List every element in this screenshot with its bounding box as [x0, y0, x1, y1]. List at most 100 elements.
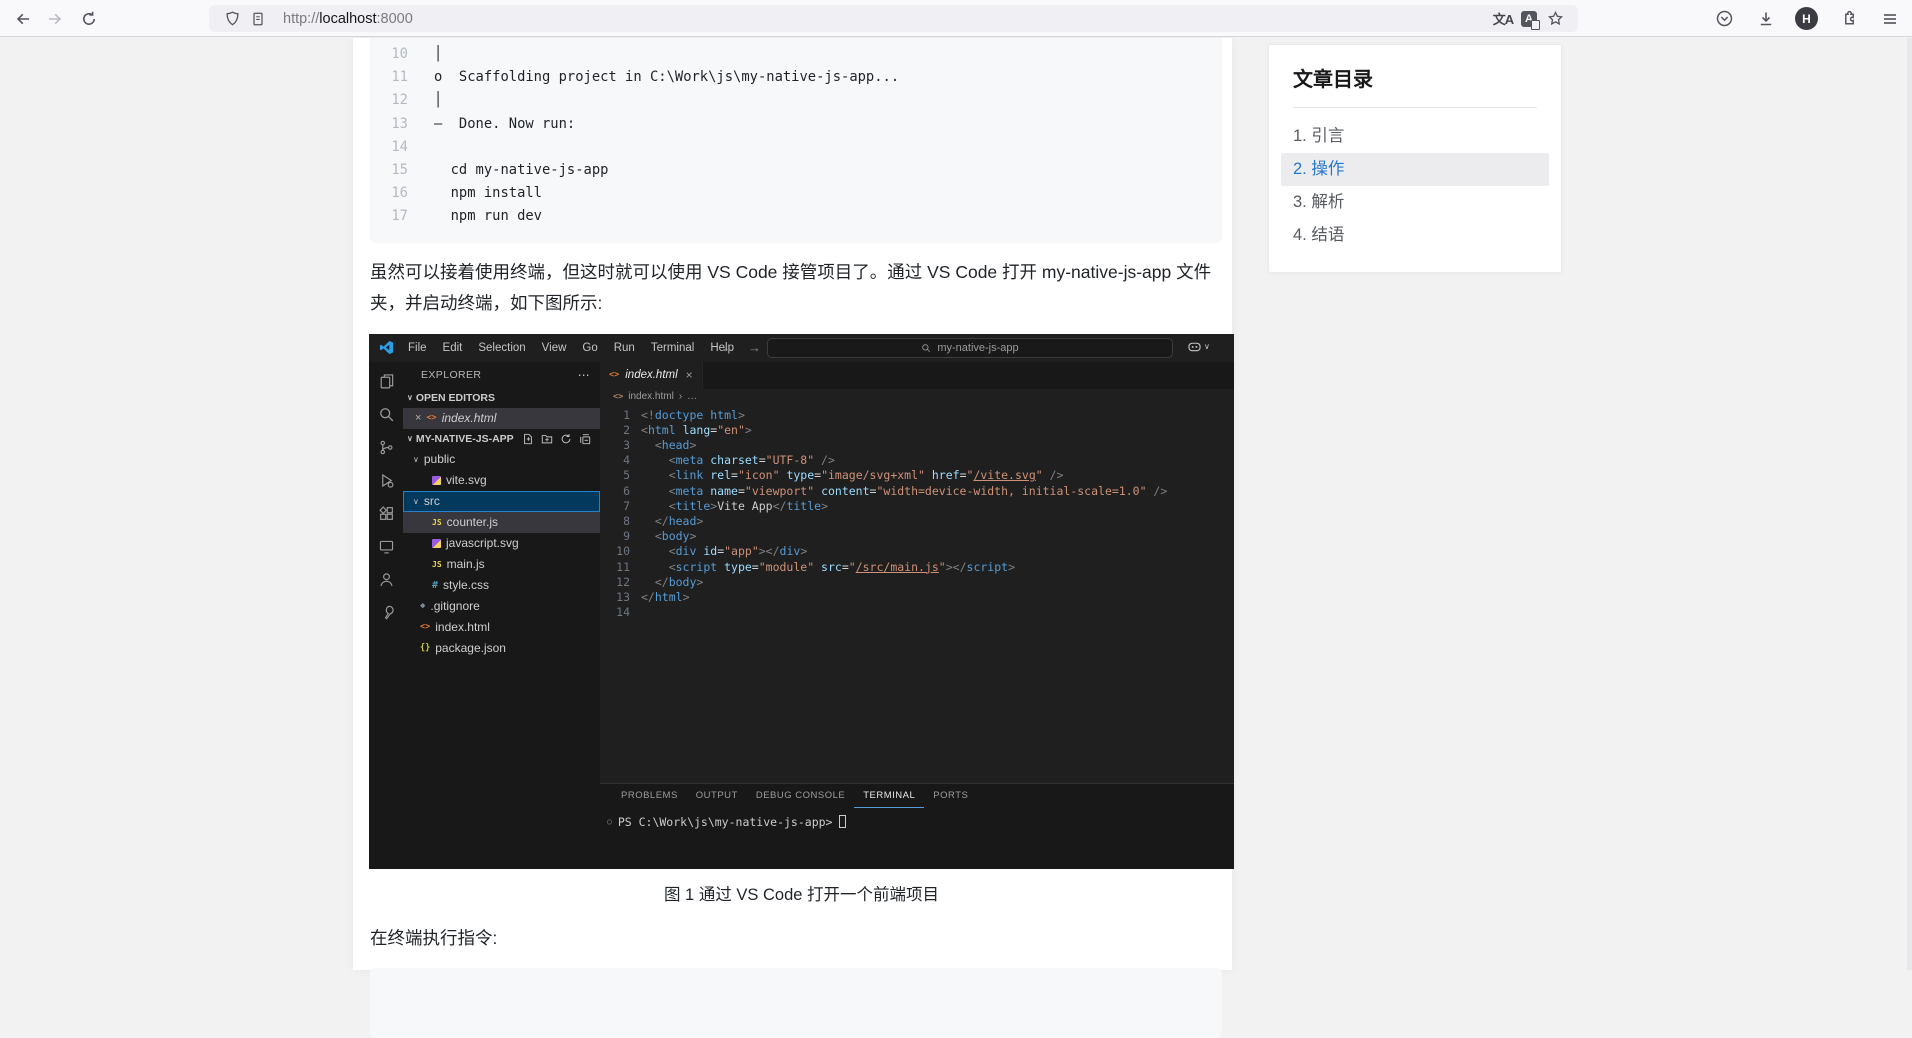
back-button[interactable] [10, 6, 35, 31]
js-file-icon: JS [432, 560, 442, 569]
puzzle-icon [1840, 9, 1859, 28]
toc-item-3[interactable]: 3. 解析 [1281, 186, 1549, 219]
article-content: 10│11o Scaffolding project in C:\Work\js… [353, 38, 1232, 970]
editor-line-number: 6 [600, 484, 630, 499]
vscode-panel-tabs: PROBLEMSOUTPUTDEBUG CONSOLETERMINALPORTS [600, 784, 1234, 808]
editor-line-number: 2 [600, 423, 630, 438]
editor-line: 7 <title>Vite App</title> [600, 499, 1234, 514]
forward-icon [46, 10, 64, 28]
chevron-down-icon: ∨ [407, 434, 413, 443]
editor-code: </html> [630, 590, 690, 605]
toc-item-4[interactable]: 4. 结语 [1281, 219, 1549, 252]
shield-icon[interactable] [219, 7, 245, 31]
vscode-panel: PROBLEMSOUTPUTDEBUG CONSOLETERMINALPORTS… [600, 783, 1234, 869]
open-editor-item: × <> index.html [403, 408, 600, 429]
code-line: 15 cd my-native-js-app [370, 159, 1222, 182]
json-file-icon: {} [420, 643, 430, 653]
tree-item-label: main.js [447, 557, 485, 571]
translate-page-icon[interactable]: A [1516, 7, 1542, 31]
tree-item-label: vite.svg [446, 473, 487, 487]
editor-line-number: 1 [600, 408, 630, 423]
close-icon: × [686, 368, 693, 382]
image-file-icon [432, 476, 441, 485]
tree-file-main-js: JS main.js [403, 554, 600, 575]
css-file-icon: # [432, 580, 438, 591]
paragraph-2: 在终端执行指令: [370, 923, 1215, 954]
vscode-sidebar: EXPLORER ⋯ ∨ OPEN EDITORS × <> index.htm… [403, 362, 600, 869]
editor-line: 3 <head> [600, 438, 1234, 453]
menu-view: View [534, 342, 575, 354]
menu-button[interactable] [1877, 6, 1902, 31]
editor-line: 5 <link rel="icon" type="image/svg+xml" … [600, 468, 1234, 483]
chevron-down-icon: ∨ [413, 455, 419, 464]
image-file-icon [432, 539, 441, 548]
vscode-menubar: FileEditSelectionViewGoRunTerminalHelp [400, 342, 742, 354]
line-number: 16 [370, 182, 408, 205]
breadcrumb: <> index.html › … [600, 389, 1234, 405]
tree-item-label: style.css [443, 578, 489, 592]
editor-line: 10 <div id="app"></div> [600, 544, 1234, 559]
chevron-down-icon: ∨ [413, 497, 419, 506]
close-icon: × [415, 412, 421, 424]
breadcrumb-file: index.html [628, 391, 674, 402]
toc-item-2[interactable]: 2. 操作 [1281, 153, 1549, 186]
more-actions-icon: ⋯ [578, 368, 590, 382]
line-number: 15 [370, 159, 408, 182]
command-status-icon: ○ [607, 817, 612, 826]
refresh-icon [560, 433, 572, 445]
editor-code: <title>Vite App</title> [630, 499, 828, 514]
vscode-titlebar: FileEditSelectionViewGoRunTerminalHelp ←… [369, 334, 1234, 362]
line-number: 17 [370, 205, 408, 228]
menu-go: Go [574, 342, 605, 354]
editor-code: </head> [630, 514, 703, 529]
editor-line: 4 <meta charset="UTF-8" /> [600, 453, 1234, 468]
vscode-search-box: my-native-js-app [767, 338, 1173, 358]
forward-button[interactable] [42, 6, 67, 31]
downloads-button[interactable] [1753, 6, 1778, 31]
chevron-down-icon: ∨ [1204, 342, 1210, 351]
toc-card: 文章目录 1. 引言2. 操作3. 解析4. 结语 [1268, 44, 1562, 273]
vscode-nav-arrows: ← → [721, 334, 761, 362]
editor-code: <meta name="viewport" content="width=dev… [630, 484, 1167, 499]
editor-line: 11 <script type="module" src="/src/main.… [600, 560, 1234, 575]
editor-code [630, 605, 641, 620]
account-avatar[interactable]: H [1795, 7, 1818, 30]
editor-line-number: 12 [600, 575, 630, 590]
line-number: 13 [370, 113, 408, 136]
chevron-down-icon: ∨ [407, 393, 413, 402]
tree-item-label: package.json [435, 641, 506, 655]
back-icon [14, 10, 32, 28]
reload-button[interactable] [76, 6, 101, 31]
menu-file: File [400, 342, 435, 354]
toc-item-1[interactable]: 1. 引言 [1281, 120, 1549, 153]
figure-caption: 图 1 通过 VS Code 打开一个前端项目 [369, 881, 1234, 905]
pocket-button[interactable] [1712, 6, 1737, 31]
code-block-next [370, 968, 1222, 1038]
menu-run: Run [606, 342, 643, 354]
menu-terminal: Terminal [643, 342, 702, 354]
code-block-terminal-output: 10│11o Scaffolding project in C:\Work\js… [370, 38, 1222, 243]
line-number: 12 [370, 89, 408, 112]
tree-file--gitignore: ◆.gitignore [403, 596, 600, 617]
code-line: 17 npm run dev [370, 205, 1222, 228]
copilot-icon: ∨ [1187, 340, 1210, 353]
editor-line-number: 10 [600, 544, 630, 559]
bookmark-star-icon[interactable] [1542, 7, 1568, 31]
editor-line-number: 4 [600, 453, 630, 468]
translate-icon[interactable]: 文A [1490, 7, 1516, 31]
editor-code: <script type="module" src="/src/main.js"… [630, 560, 1015, 575]
tree-item-label: src [424, 494, 440, 508]
editor-line: 12 </body> [600, 575, 1234, 590]
page-info-icon[interactable] [245, 7, 271, 31]
editor-code: <!doctype html> [630, 408, 745, 423]
html-file-icon: <> [426, 413, 436, 423]
vertical-scrollbar[interactable] [1907, 38, 1912, 970]
search-sidebar-icon [369, 398, 403, 431]
download-icon [1757, 10, 1775, 28]
vscode-editor: <> index.html × <> index.html › … 1<!doc… [600, 362, 1234, 869]
url-bar[interactable]: http://localhost:8000 文A A [209, 5, 1578, 32]
open-editors-header: ∨ OPEN EDITORS [403, 388, 600, 408]
breadcrumb-more: … [687, 391, 697, 402]
extensions-button[interactable] [1837, 6, 1862, 31]
tree-folder-src: ∨ src [403, 491, 600, 512]
